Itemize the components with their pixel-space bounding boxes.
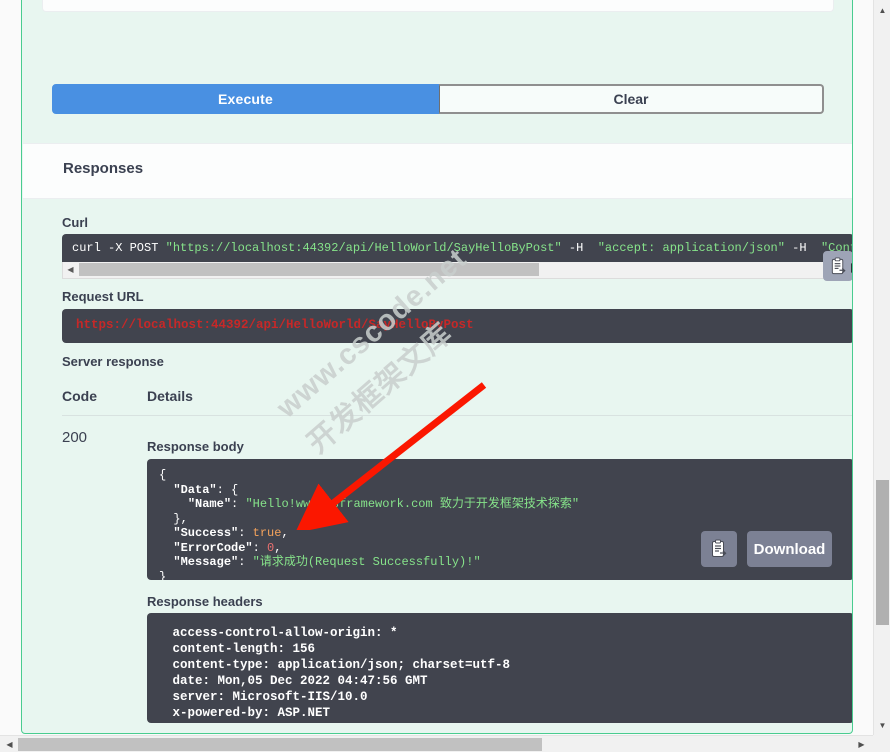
request-url-value: https://localhost:44392/api/HelloWorld/S… [76,318,474,332]
responses-header-band: Responses [23,143,852,199]
json-line-8: } [159,569,167,581]
request-url-block: https://localhost:44392/api/HelloWorld/S… [62,309,852,343]
response-headers-label: Response headers [147,594,263,609]
scrollbar-corner [873,735,890,752]
json-key-errorcode: "ErrorCode" [173,540,253,555]
curl-horizontal-scrollbar[interactable]: ◀ ▶ [62,262,852,279]
json-end-5: , [281,526,289,540]
copy-to-clipboard-icon [831,256,846,274]
json-sep-7: : [238,555,253,569]
json-sep-5: : [238,526,253,540]
json-value-success: true [252,526,282,540]
curl-flag-2: -H [784,241,821,255]
response-body-label: Response body [147,439,244,454]
curl-flag-1: -H [561,241,598,255]
copy-tooltip-tail-icon [851,263,852,273]
json-sep-6: : [252,540,268,555]
operation-block: Execute Clear Responses Curl curl -X POS… [21,0,853,734]
copy-response-button[interactable] [701,531,737,567]
vertical-scrollbar[interactable]: ▲ ▼ [873,0,890,735]
copy-to-clipboard-icon [712,539,727,557]
horizontal-scrollbar[interactable]: ◀ ▶ [0,735,890,752]
scroll-up-arrow-icon[interactable]: ▲ [874,2,890,18]
table-divider [62,415,852,416]
responses-title: Responses [63,160,144,177]
curl-url-text: "https://localhost:44392/api/HelloWorld/… [165,241,562,255]
request-url-label: Request URL [62,289,144,304]
vertical-scrollbar-thumb[interactable] [876,480,889,625]
json-key-data: "Data" [173,482,217,497]
execute-button[interactable]: Execute [52,84,439,114]
execute-clear-row: Execute Clear [52,84,824,114]
json-value-message: "请求成功(Request Successfully)!" [252,555,481,569]
parameters-panel [42,0,834,12]
json-key-success: "Success" [173,526,239,540]
status-code-value: 200 [62,429,88,446]
horizontal-scrollbar-thumb[interactable] [18,738,542,751]
copy-curl-button[interactable] [823,251,852,281]
download-button[interactable]: Download [747,531,832,567]
curl-label: Curl [62,215,88,230]
json-line-2-rest: : { [216,482,239,497]
curl-command-block[interactable]: curl -X POST "https://localhost:44392/ap… [62,234,852,262]
column-header-details: Details [147,388,193,404]
clear-button[interactable]: Clear [439,84,824,114]
scroll-right-arrow-icon[interactable]: ▶ [853,736,870,752]
json-key-message: "Message" [173,555,239,569]
json-value-name: "Hello!www.csframework.com 致力于开发框架技术探索" [245,497,580,511]
json-line-1: { [159,468,167,482]
server-response-label: Server response [62,354,164,369]
swagger-ui-screenshot: Execute Clear Responses Curl curl -X POS… [0,0,890,752]
curl-header-1: "accept: application/json" [597,241,785,255]
scroll-down-arrow-icon[interactable]: ▼ [874,717,890,733]
curl-command-text: curl -X POST [72,241,166,255]
json-line-4: }, [173,511,188,526]
json-end-6: , [274,540,282,555]
scrollbar-thumb[interactable] [79,263,539,276]
scroll-left-arrow-icon[interactable]: ◀ [63,262,78,277]
json-key-name: "Name" [187,497,232,511]
json-sep-3: : [231,497,246,511]
scroll-left-arrow-icon[interactable]: ◀ [1,736,18,752]
response-headers-block: access-control-allow-origin: * content-l… [147,613,852,723]
column-header-code: Code [62,388,97,404]
